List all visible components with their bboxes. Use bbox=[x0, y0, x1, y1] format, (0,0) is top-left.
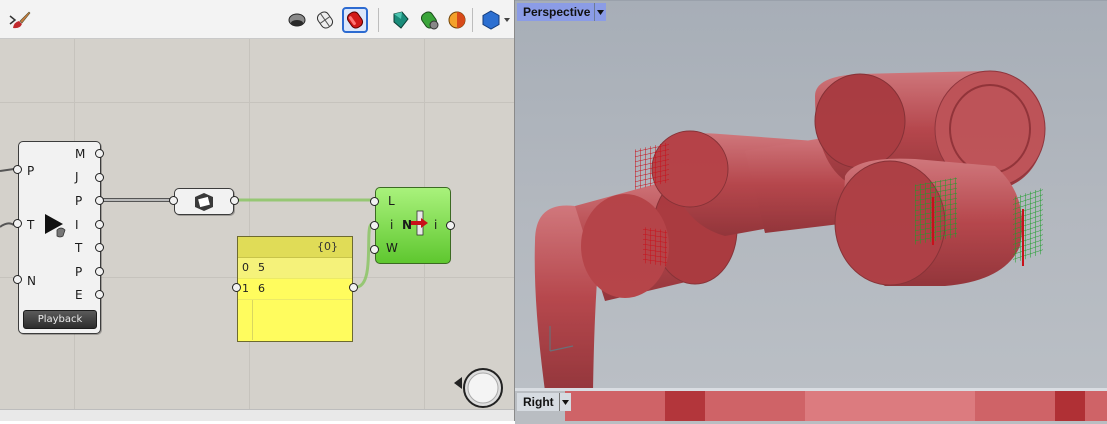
grasshopper-toolbar bbox=[0, 0, 514, 39]
output-label: P bbox=[75, 194, 83, 208]
toolbar-divider bbox=[378, 8, 379, 32]
custom-preview-icon[interactable] bbox=[480, 9, 502, 31]
list-item-icon bbox=[410, 210, 430, 240]
input-port[interactable] bbox=[13, 165, 22, 174]
input-port[interactable] bbox=[370, 197, 379, 206]
chevron-down-icon[interactable] bbox=[504, 18, 510, 22]
panel-row-value: 6 bbox=[258, 282, 265, 295]
geometry-param-icon bbox=[193, 192, 215, 216]
brush-icon[interactable] bbox=[10, 9, 32, 31]
perspective-viewport[interactable]: Perspective bbox=[515, 0, 1107, 389]
panel-row-value: 5 bbox=[258, 261, 265, 274]
input-label: L bbox=[388, 194, 395, 208]
output-label: J bbox=[75, 170, 79, 184]
playback-button[interactable]: Playback bbox=[23, 310, 97, 329]
playback-component[interactable]: P T N M J P I T P E Playback bbox=[18, 141, 101, 334]
target-plane bbox=[643, 226, 667, 267]
target-plane bbox=[1013, 187, 1043, 264]
preview-mesh-quality-icon[interactable] bbox=[446, 9, 468, 31]
panel-header: {0} bbox=[238, 237, 352, 258]
output-port[interactable] bbox=[95, 267, 104, 276]
navigation-widget[interactable] bbox=[452, 364, 506, 414]
output-port[interactable] bbox=[230, 196, 239, 205]
output-label: M bbox=[75, 147, 86, 161]
target-plane bbox=[635, 142, 669, 190]
right-viewport[interactable]: Right bbox=[515, 388, 1107, 424]
data-panel[interactable]: {0} 0 5 1 6 bbox=[237, 236, 353, 342]
target-plane bbox=[915, 177, 957, 245]
panel-row: 0 5 bbox=[238, 258, 352, 279]
preview-wireframe-icon[interactable] bbox=[314, 9, 336, 31]
input-port[interactable] bbox=[232, 283, 241, 292]
list-item-component[interactable]: L i W N i bbox=[375, 187, 451, 264]
output-label: i bbox=[434, 218, 438, 232]
input-label: N bbox=[27, 274, 36, 288]
output-label: T bbox=[75, 241, 83, 255]
geometry-param-component[interactable] bbox=[174, 188, 234, 215]
input-port[interactable] bbox=[169, 196, 178, 205]
toolbar-divider bbox=[472, 8, 473, 32]
right-viewport-geometry bbox=[565, 391, 1107, 421]
output-port[interactable] bbox=[446, 221, 455, 230]
output-label: P bbox=[75, 265, 83, 279]
grasshopper-editor: P T N M J P I T P E Playback {0} 0 5 1 6… bbox=[0, 0, 514, 421]
output-port[interactable] bbox=[95, 220, 104, 229]
preview-shaded-icon[interactable] bbox=[342, 7, 368, 33]
output-label: I bbox=[75, 218, 79, 232]
chevron-down-icon[interactable] bbox=[559, 393, 571, 411]
input-port[interactable] bbox=[370, 245, 379, 254]
input-label: i bbox=[390, 218, 394, 232]
input-port[interactable] bbox=[13, 275, 22, 284]
output-port[interactable] bbox=[95, 196, 104, 205]
preview-off-icon[interactable] bbox=[286, 9, 308, 31]
rhino-viewports: Perspective Right bbox=[515, 0, 1107, 424]
panel-row: 1 6 bbox=[238, 279, 352, 300]
panel-row-index: 0 bbox=[242, 261, 249, 274]
input-label: W bbox=[386, 241, 398, 255]
panel-row-index: 1 bbox=[242, 282, 249, 295]
output-port[interactable] bbox=[349, 283, 358, 292]
output-port[interactable] bbox=[95, 290, 104, 299]
input-port[interactable] bbox=[370, 221, 379, 230]
output-label: E bbox=[75, 288, 83, 302]
document-preview-icon[interactable] bbox=[418, 9, 440, 31]
grasshopper-canvas[interactable]: P T N M J P I T P E Playback {0} 0 5 1 6… bbox=[0, 39, 514, 409]
input-label: T bbox=[27, 218, 35, 232]
output-port[interactable] bbox=[95, 173, 104, 182]
right-viewport-title[interactable]: Right bbox=[517, 393, 560, 411]
preview-selected-icon[interactable] bbox=[390, 9, 412, 31]
robot-arm-model bbox=[534, 70, 1046, 389]
input-port[interactable] bbox=[13, 219, 22, 228]
output-port[interactable] bbox=[95, 149, 104, 158]
canvas-footer bbox=[0, 409, 514, 421]
output-port[interactable] bbox=[95, 243, 104, 252]
play-icon bbox=[43, 212, 69, 244]
input-label: P bbox=[27, 164, 35, 178]
